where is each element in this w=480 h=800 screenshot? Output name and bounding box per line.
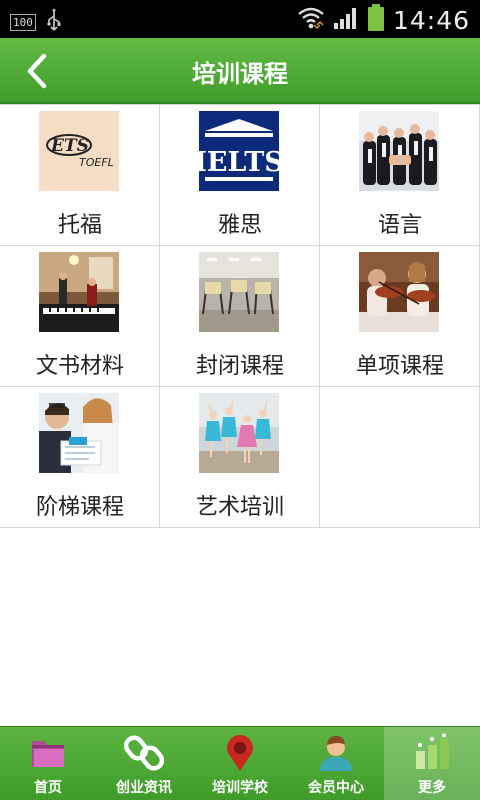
nav-item-more[interactable]: 更多 <box>384 727 480 800</box>
grid-row: 阶梯课程 艺术培训 <box>0 387 480 528</box>
signal-icon <box>333 6 359 34</box>
course-label: 艺术培训 <box>195 495 284 520</box>
svg-text:TOEFL: TOEFL <box>79 156 114 169</box>
status-bar: 100 14:46 <box>0 0 480 38</box>
course-item-documents[interactable]: 文书材料 <box>0 246 160 386</box>
wifi-icon <box>297 5 325 35</box>
course-label: 封闭课程 <box>195 354 284 379</box>
course-item-closed-course[interactable]: 封闭课程 <box>160 246 320 386</box>
nav-item-startup-news[interactable]: 创业资讯 <box>96 727 192 800</box>
map-pin-icon <box>220 733 260 773</box>
svg-text:IELTS: IELTS <box>199 147 279 178</box>
bottom-nav: 首页 创业资讯 培训学校 会员中心 更多 <box>0 726 480 800</box>
documents-thumbnail <box>39 252 119 332</box>
single-course-thumbnail <box>359 252 439 332</box>
user-icon <box>316 733 356 773</box>
nav-label: 会员中心 <box>308 780 364 796</box>
clock: 14:46 <box>392 5 470 35</box>
closed-course-thumbnail <box>199 252 279 332</box>
course-item-toefl[interactable]: ETS TOEFL 托福 <box>0 105 160 245</box>
course-label: 托福 <box>57 213 102 238</box>
nav-label: 创业资讯 <box>116 780 172 796</box>
course-item-art-training[interactable]: 艺术培训 <box>160 387 320 527</box>
course-label: 文书材料 <box>35 354 124 379</box>
course-item-ielts[interactable]: IELTS 雅思 <box>160 105 320 245</box>
page-title: 培训课程 <box>192 60 288 88</box>
nav-label: 培训学校 <box>212 780 268 796</box>
course-label: 单项课程 <box>355 354 444 379</box>
app-header: 培训课程 <box>0 38 480 104</box>
battery-saver-badge: 100 <box>10 13 36 31</box>
usb-icon <box>46 8 62 36</box>
nav-label: 更多 <box>418 780 446 796</box>
ielts-thumbnail: IELTS <box>199 111 279 191</box>
nav-item-home[interactable]: 首页 <box>0 727 96 800</box>
art-training-thumbnail <box>199 393 279 473</box>
course-label: 阶梯课程 <box>35 495 124 520</box>
nav-item-training-schools[interactable]: 培训学校 <box>192 727 288 800</box>
course-label: 语言 <box>377 213 422 238</box>
more-icon <box>412 733 452 773</box>
course-item-language[interactable]: 语言 <box>320 105 480 245</box>
link-icon <box>123 733 165 773</box>
course-grid: ETS TOEFL 托福 IELTS 雅思 语言 文书材料 封闭课程 单项课程 … <box>0 104 480 528</box>
ladder-course-thumbnail <box>39 393 119 473</box>
nav-item-member-center[interactable]: 会员中心 <box>288 727 384 800</box>
empty-grid-cell <box>320 387 480 527</box>
nav-label: 首页 <box>34 780 62 796</box>
course-label: 雅思 <box>217 213 262 238</box>
grid-row: ETS TOEFL 托福 IELTS 雅思 语言 <box>0 105 480 246</box>
svg-text:ETS: ETS <box>50 136 89 156</box>
grid-row: 文书材料 封闭课程 单项课程 <box>0 246 480 387</box>
course-item-ladder-course[interactable]: 阶梯课程 <box>0 387 160 527</box>
folder-icon <box>28 733 68 773</box>
language-thumbnail <box>359 111 439 191</box>
toefl-thumbnail: ETS TOEFL <box>39 111 119 191</box>
battery-icon <box>367 4 385 36</box>
course-item-single-course[interactable]: 单项课程 <box>320 246 480 386</box>
